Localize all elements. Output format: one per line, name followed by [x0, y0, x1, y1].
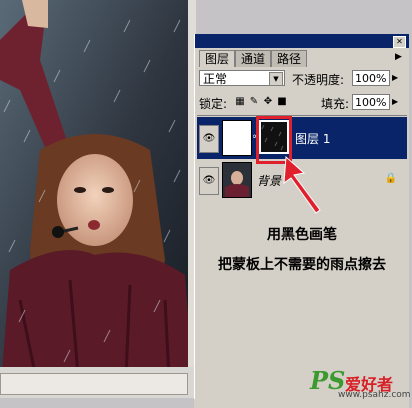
red-arrow: [283, 155, 321, 214]
lock-label: 锁定:: [199, 97, 228, 111]
canvas-photo: [0, 0, 194, 398]
tab-paths[interactable]: 路径: [271, 50, 308, 67]
watermark-url: www.psahz.com: [338, 390, 411, 400]
panel-bottom-toolbar: [194, 399, 408, 408]
annotation-line-2: 把蒙板上不需要的雨点擦去: [218, 257, 386, 273]
layer-thumbnail[interactable]: [222, 120, 252, 156]
lock-icon: 🔒: [384, 173, 397, 184]
panel-tabs: 图层 通道 路径: [199, 50, 308, 67]
blend-mode-select[interactable]: 正常 ▼: [199, 70, 285, 86]
layer-name[interactable]: 背景: [257, 172, 281, 189]
lock-move-icon[interactable]: ✥: [263, 97, 273, 107]
background-thumbnail-image: [223, 163, 251, 197]
opacity-slider-icon[interactable]: ▶: [392, 73, 398, 82]
photo-canvas[interactable]: [0, 0, 194, 398]
lock-all-icon[interactable]: ■: [277, 97, 287, 107]
lock-transparency-icon[interactable]: ▦: [235, 97, 245, 107]
layer-row-layer1[interactable]: 👁 ∞ 图层 1: [197, 117, 407, 159]
chevron-down-icon[interactable]: ▼: [269, 72, 283, 86]
lock-fill-row: 锁定: ▦ ✎ ✥ ■ 填充: 100% ▶: [199, 94, 405, 112]
tab-layers[interactable]: 图层: [199, 50, 236, 67]
layer-name[interactable]: 图层 1: [295, 130, 330, 147]
fill-label: 填充:: [321, 97, 350, 111]
canvas-status-bar: [0, 367, 194, 398]
fill-input[interactable]: 100%: [352, 94, 390, 110]
horizontal-scrollbar[interactable]: [0, 373, 188, 395]
close-icon[interactable]: ✕: [393, 36, 406, 48]
tab-channels[interactable]: 通道: [235, 50, 272, 67]
fill-slider-icon[interactable]: ▶: [392, 97, 398, 106]
eye-icon[interactable]: 👁: [199, 167, 219, 195]
panel-titlebar[interactable]: ✕: [195, 34, 409, 48]
panel-menu-icon[interactable]: ▶: [395, 52, 405, 62]
blend-opacity-row: 正常 ▼ 不透明度: 100% ▶: [199, 70, 405, 88]
opacity-input[interactable]: 100%: [352, 70, 390, 86]
eye-icon[interactable]: 👁: [199, 125, 219, 153]
layers-panel: ✕ 图层 通道 路径 ▶ 正常 ▼ 不透明度: 100% ▶ 锁定: ▦ ✎ ✥…: [194, 34, 409, 408]
annotation-line-1: 用黑色画笔: [267, 227, 337, 243]
lock-paint-icon[interactable]: ✎: [249, 97, 259, 107]
blend-mode-value: 正常: [203, 72, 228, 86]
opacity-label: 不透明度:: [292, 73, 345, 87]
layer-thumbnail[interactable]: [222, 162, 252, 198]
